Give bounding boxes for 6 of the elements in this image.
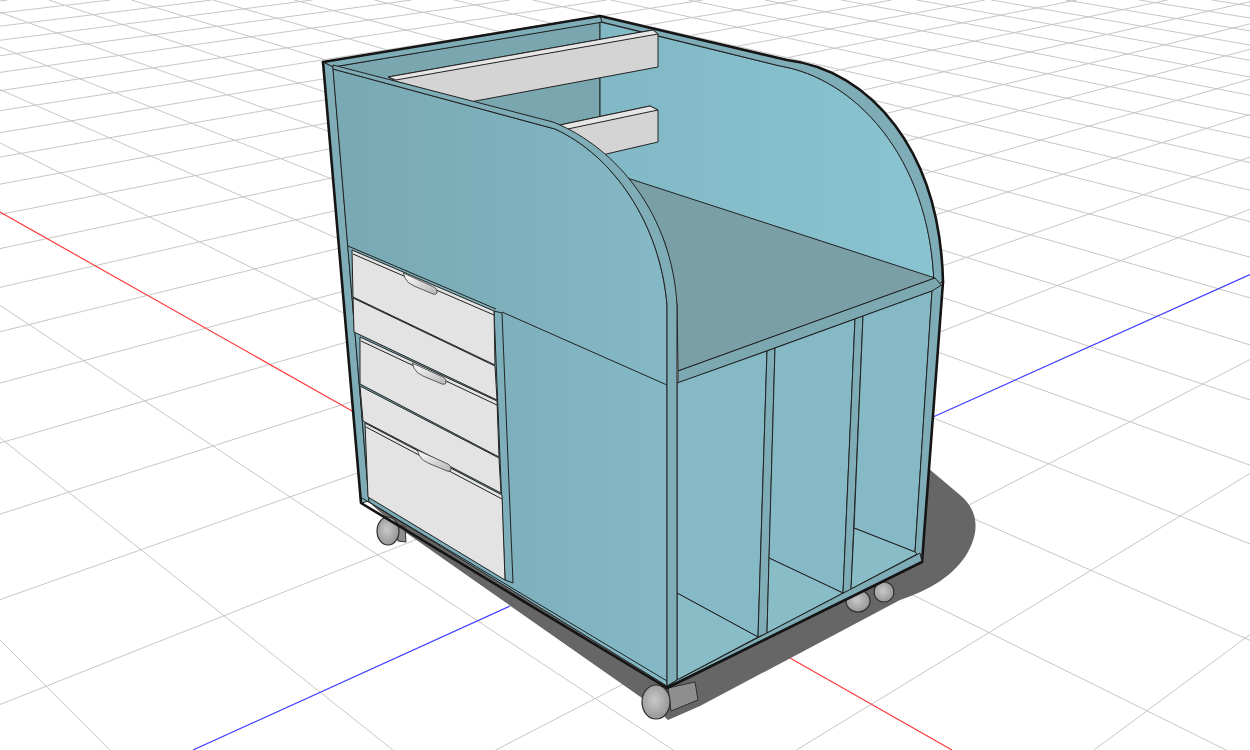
drawer-handle-icon (402, 272, 438, 295)
drawer-handle-icon (416, 449, 452, 472)
caster-wheel (873, 581, 895, 603)
caster-wheel (641, 681, 699, 720)
drawer-handle-icon (411, 362, 447, 385)
cubby-floor (850, 527, 918, 590)
